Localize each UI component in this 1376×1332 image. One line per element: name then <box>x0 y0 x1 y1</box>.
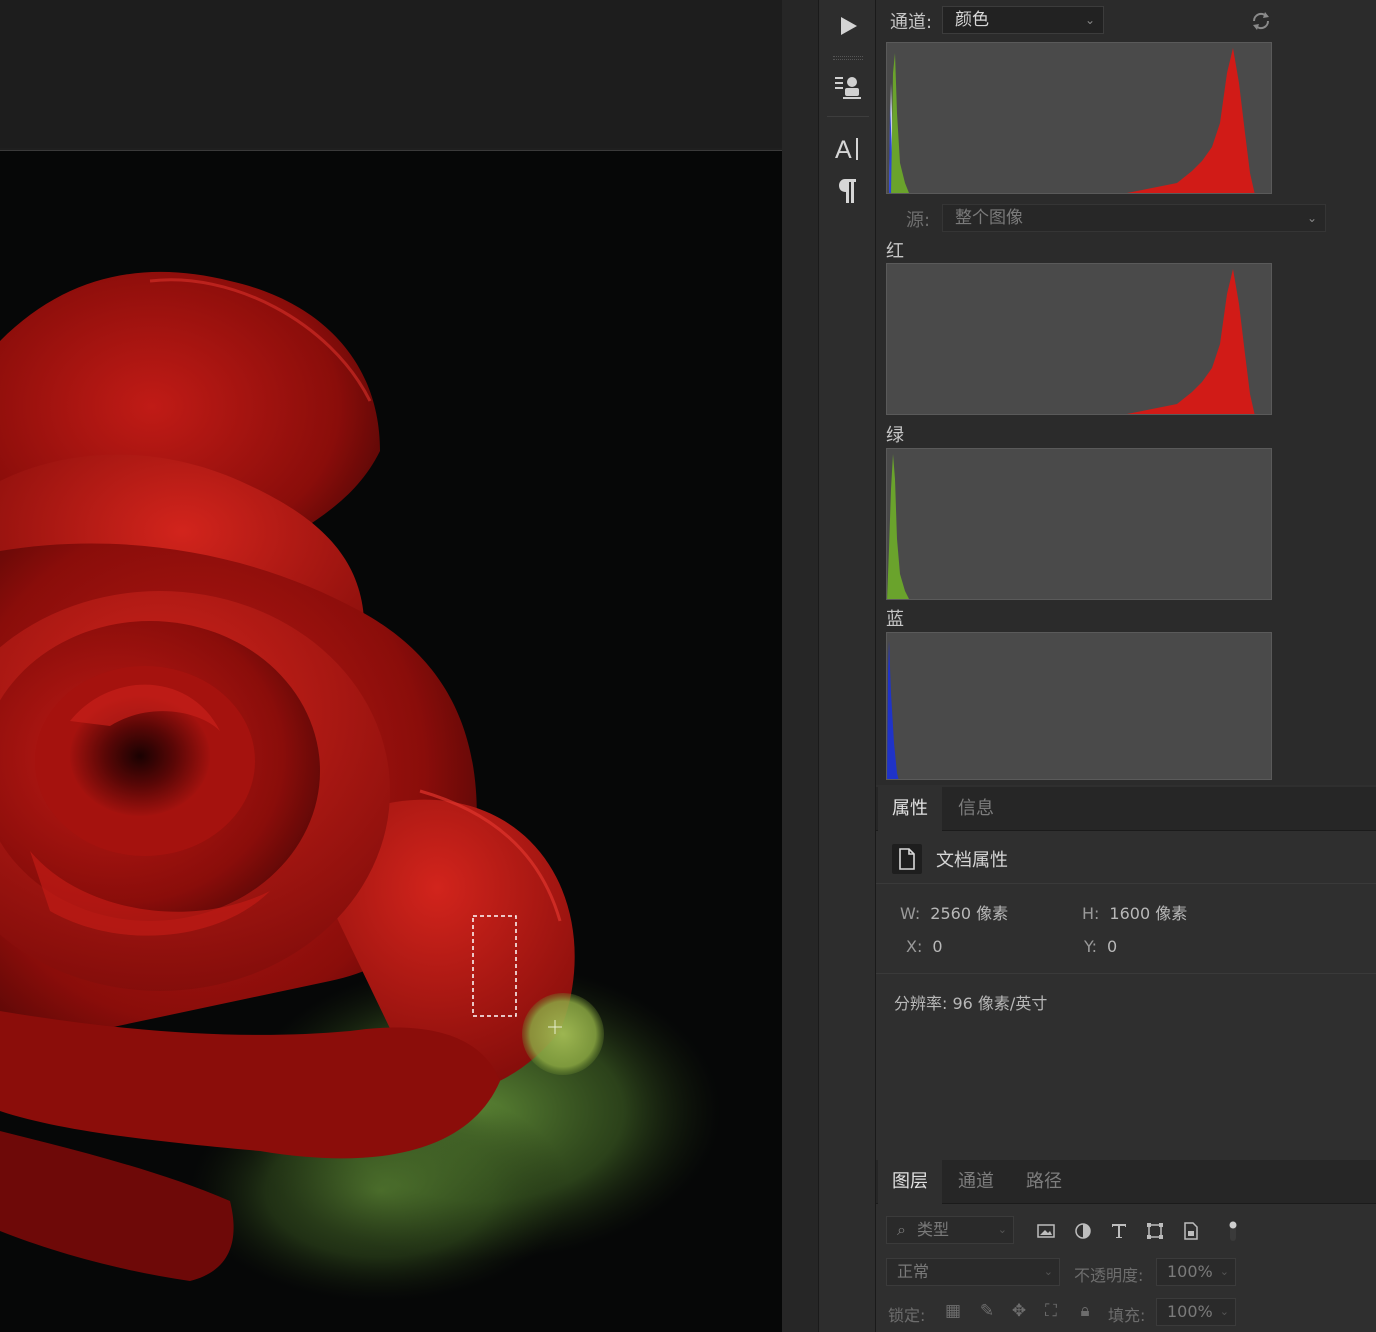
workspace-scroll-strip[interactable] <box>782 0 818 1332</box>
chevron-down-icon: ⌄ <box>1219 1305 1229 1318</box>
histogram-composite <box>886 42 1272 194</box>
blend-mode-value: 正常 <box>897 1262 930 1281</box>
tab-layers[interactable]: 图层 <box>878 1160 942 1204</box>
layers-tabbar: 图层 通道 路径 <box>876 1160 1376 1204</box>
layer-filter-select[interactable]: ⌕ 类型 ⌄ <box>886 1216 1014 1244</box>
x-value: 0 <box>932 937 943 956</box>
fill-value: 100% <box>1167 1302 1213 1321</box>
histogram-blue <box>886 632 1272 780</box>
width-field[interactable]: W: 2560 像素 <box>900 900 1008 924</box>
rose-image <box>0 271 720 1301</box>
width-label: W: <box>900 904 921 923</box>
lock-image-pixels-icon[interactable]: ✎ <box>976 1300 998 1322</box>
search-icon: ⌕ <box>897 1220 906 1239</box>
opacity-value: 100% <box>1167 1262 1213 1281</box>
lock-transparent-pixels-icon[interactable]: ▦ <box>942 1300 964 1322</box>
properties-title: 文档属性 <box>936 850 1008 871</box>
document-canvas[interactable] <box>0 150 782 1332</box>
height-value: 1600 像素 <box>1109 904 1188 923</box>
source-label: 源: <box>906 210 931 231</box>
clone-source-icon[interactable] <box>819 64 877 108</box>
chevron-down-icon: ⌄ <box>1219 1265 1229 1278</box>
lock-all-icon[interactable]: 🔒︎ <box>1074 1300 1096 1322</box>
paragraph-icon[interactable] <box>819 168 877 212</box>
source-select-value: 整个图像 <box>955 208 1023 228</box>
height-field[interactable]: H: 1600 像素 <box>1082 900 1187 924</box>
x-label: X: <box>906 937 923 956</box>
blue-channel-label: 蓝 <box>886 609 904 630</box>
properties-header: 文档属性 <box>892 843 1008 875</box>
red-channel-label: 红 <box>886 241 904 262</box>
opacity-input[interactable]: 100% ⌄ <box>1156 1258 1236 1286</box>
x-field[interactable]: X: 0 <box>906 937 943 956</box>
histogram-red <box>886 263 1272 415</box>
y-field[interactable]: Y: 0 <box>1084 937 1117 956</box>
resolution-text: 分辨率: 96 像素/英寸 <box>894 994 1048 1013</box>
tab-channels[interactable]: 通道 <box>944 1160 1008 1204</box>
shape-filter-icon[interactable] <box>1144 1220 1166 1242</box>
layer-filter-value: 类型 <box>917 1220 950 1239</box>
refresh-icon[interactable] <box>1250 10 1272 32</box>
adjustment-filter-icon[interactable] <box>1072 1220 1094 1242</box>
height-label: H: <box>1082 904 1100 923</box>
fill-label: 填充: <box>1108 1306 1146 1325</box>
histogram-green <box>886 448 1272 600</box>
right-dock: 通道: 颜色 ⌄ 源: 整个图像 ⌄ 红 绿 蓝 属性 信息 文档属性 W: 2… <box>876 0 1376 1332</box>
lock-position-icon[interactable]: ✥ <box>1008 1300 1030 1322</box>
properties-tabbar: 属性 信息 <box>876 787 1376 831</box>
document-icon <box>892 844 922 874</box>
properties-panel: 属性 信息 文档属性 W: 2560 像素 H: 1600 像素 X: 0 Y: 0 分 <box>876 787 1376 1157</box>
y-label: Y: <box>1084 937 1098 956</box>
layers-panel: 图层 通道 路径 ⌕ 类型 ⌄ 正常 ⌄ 不透明度: 100% ⌄ 锁定: ▦ … <box>876 1160 1376 1332</box>
smart-object-filter-icon[interactable] <box>1180 1220 1202 1242</box>
histogram-panel: 通道: 颜色 ⌄ 源: 整个图像 ⌄ 红 绿 蓝 <box>876 0 1376 785</box>
green-channel-label: 绿 <box>886 425 904 446</box>
fill-input[interactable]: 100% ⌄ <box>1156 1298 1236 1326</box>
channel-label: 通道: <box>890 12 933 33</box>
chevron-down-icon: ⌄ <box>1306 211 1317 225</box>
tab-info[interactable]: 信息 <box>944 787 1008 831</box>
character-icon[interactable]: A <box>819 126 877 170</box>
blend-mode-select[interactable]: 正常 ⌄ <box>886 1258 1060 1286</box>
width-value: 2560 像素 <box>930 904 1009 923</box>
source-select[interactable]: 整个图像 ⌄ <box>942 204 1326 232</box>
type-filter-icon[interactable] <box>1108 1220 1130 1242</box>
panel-grip[interactable] <box>833 56 863 60</box>
chevron-down-icon: ⌄ <box>1084 13 1095 27</box>
chevron-down-icon: ⌄ <box>1043 1265 1053 1278</box>
tab-properties[interactable]: 属性 <box>878 787 942 831</box>
svg-text:A: A <box>835 136 852 163</box>
lock-artboard-icon[interactable]: ⛶ <box>1040 1300 1062 1322</box>
collapsed-panel-column: A <box>818 0 876 1332</box>
play-icon[interactable] <box>819 4 877 48</box>
document-workspace <box>0 0 818 1332</box>
tool-separator <box>827 116 869 117</box>
filter-toggle-icon[interactable] <box>1222 1220 1244 1242</box>
image-filter-icon[interactable] <box>1035 1220 1057 1242</box>
tab-paths[interactable]: 路径 <box>1012 1160 1076 1204</box>
lock-label: 锁定: <box>888 1306 926 1325</box>
divider <box>876 883 1376 884</box>
brush-cursor <box>522 993 604 1075</box>
workspace-background <box>0 0 790 148</box>
y-value: 0 <box>1107 937 1118 956</box>
channel-select-value: 颜色 <box>955 10 989 30</box>
opacity-label: 不透明度: <box>1074 1266 1144 1285</box>
divider <box>876 973 1376 974</box>
channel-select[interactable]: 颜色 ⌄ <box>942 6 1104 34</box>
chevron-down-icon: ⌄ <box>997 1223 1007 1236</box>
